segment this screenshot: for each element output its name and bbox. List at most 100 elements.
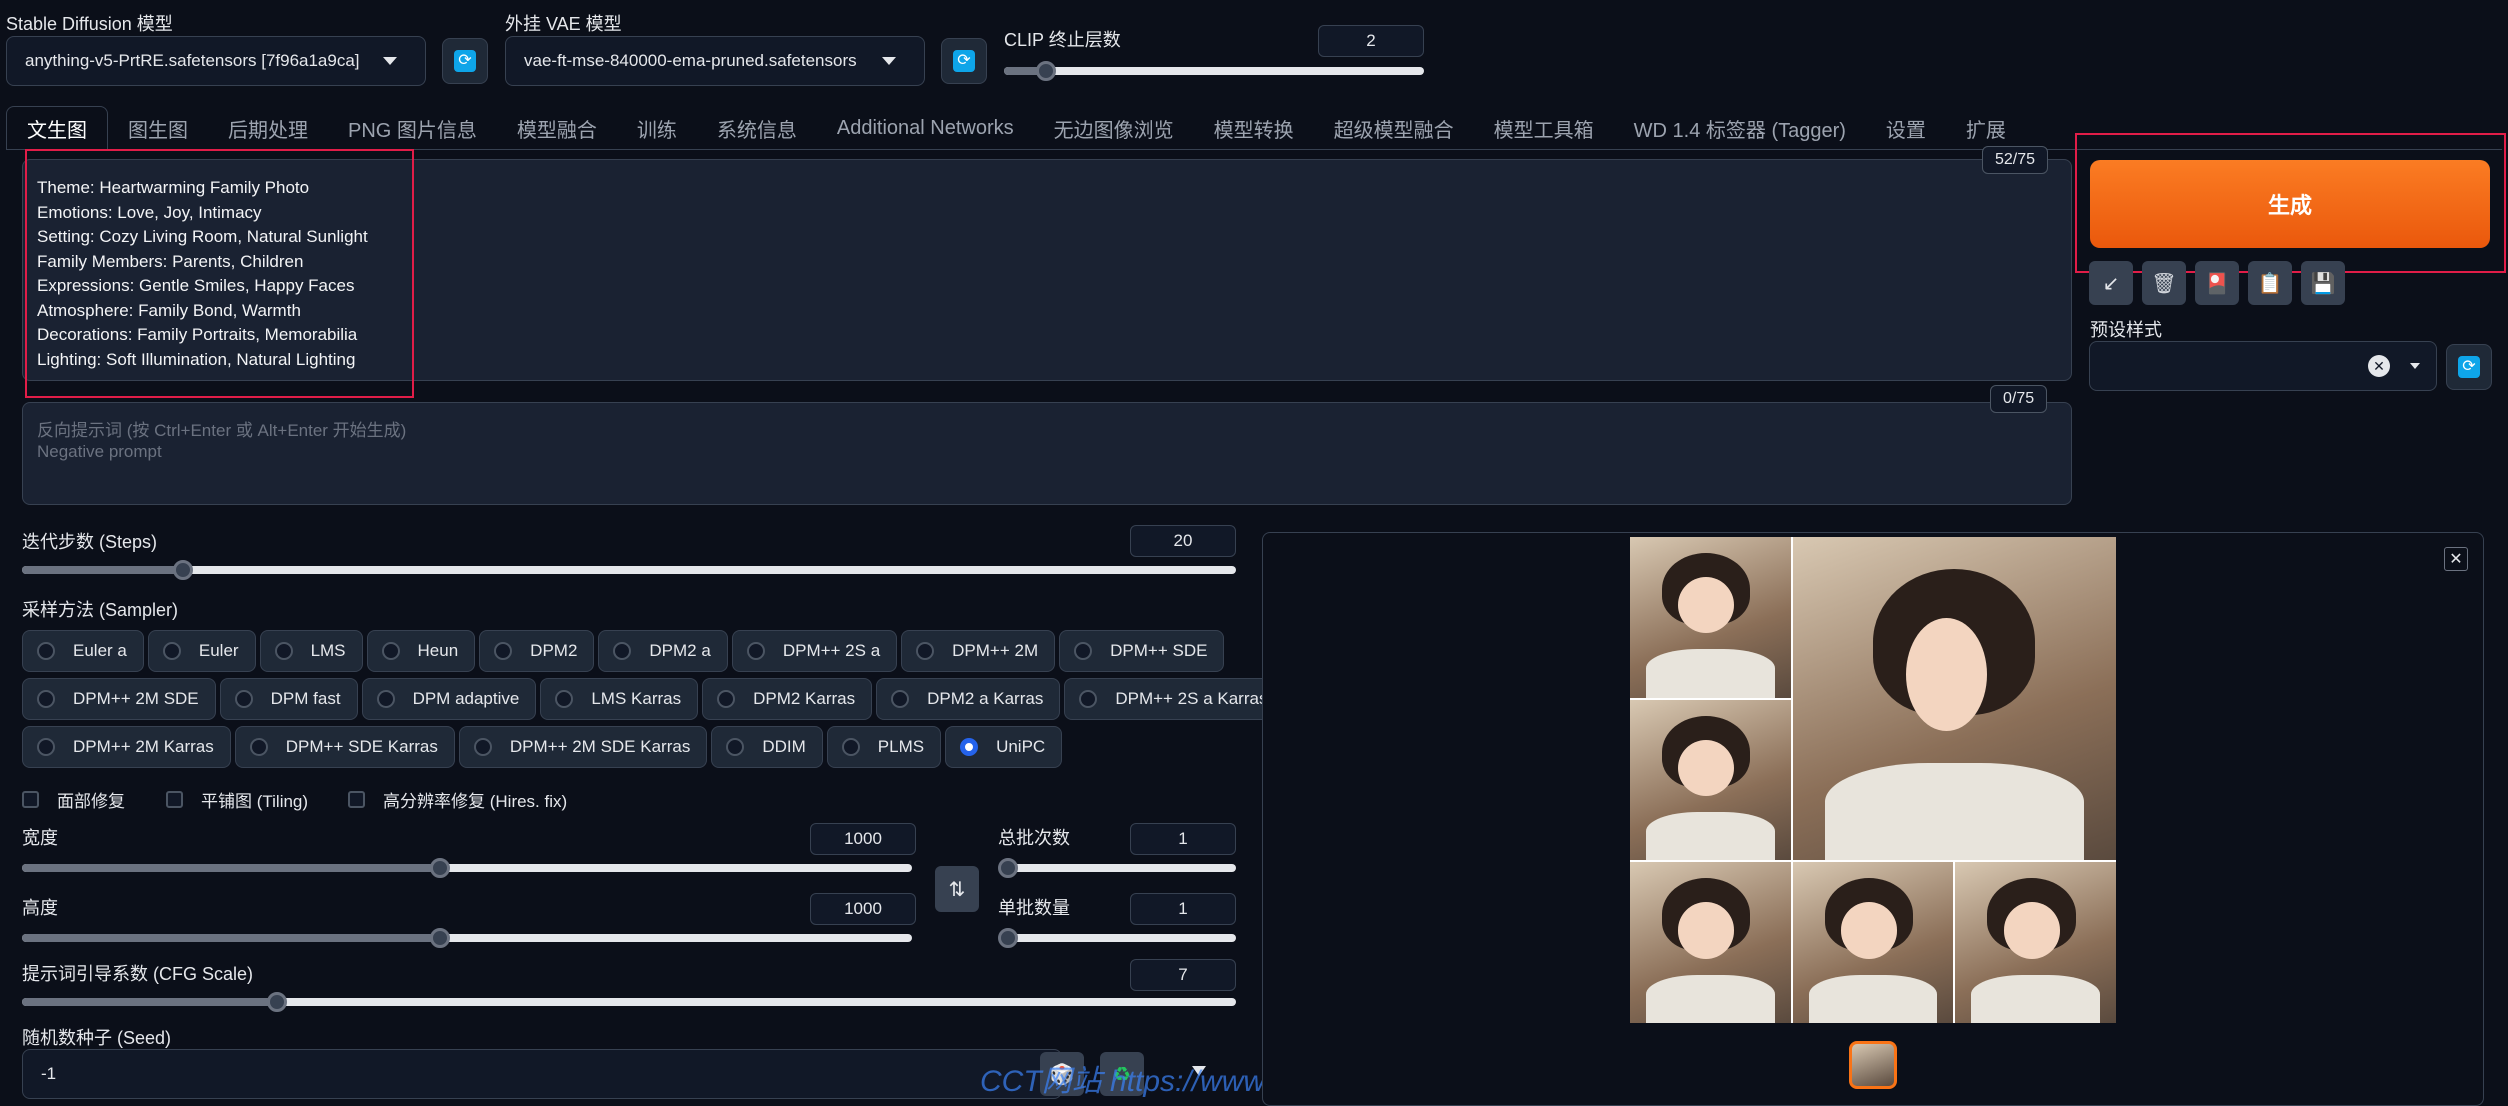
tab-12[interactable]: WD 1.4 标签器 (Tagger) [1614, 106, 1866, 150]
refresh-models-button[interactable]: ⟳ [442, 38, 488, 84]
tab-8[interactable]: 无边图像浏览 [1034, 106, 1194, 150]
refresh-vae-button[interactable]: ⟳ [941, 38, 987, 84]
batch-count-slider[interactable] [998, 858, 1236, 878]
sampler-option[interactable]: DPM2 [479, 630, 595, 672]
tab-4[interactable]: 模型融合 [497, 106, 617, 150]
radio-dot [555, 690, 574, 708]
refresh-styles-button[interactable]: ⟳ [2446, 344, 2492, 390]
cfg-label: 提示词引导系数 (CFG Scale) [22, 964, 254, 984]
clear-prompt-button[interactable]: 🗑 [2142, 261, 2186, 305]
tab-6[interactable]: 系统信息 [697, 106, 817, 150]
face-restore-checkbox[interactable]: 面部修复 [22, 787, 125, 812]
radio-dot [37, 738, 55, 756]
sampler-option[interactable]: Euler a [22, 630, 144, 672]
sampler-option[interactable]: LMS Karras [540, 678, 699, 720]
tab-11[interactable]: 模型工具箱 [1474, 106, 1614, 150]
width-input[interactable]: 1000 [810, 823, 916, 855]
clip-slider[interactable] [1004, 61, 1424, 81]
save-style-button[interactable]: 💾 [2301, 261, 2345, 305]
height-slider-handle[interactable] [430, 928, 451, 948]
hires-fix-checkbox[interactable]: 高分辨率修复 (Hires. fix) [348, 787, 567, 812]
negative-token-counter: 0/75 [1990, 385, 2048, 413]
steps-input[interactable]: 20 [1130, 525, 1236, 557]
sampler-option[interactable]: DPM++ 2S a [731, 630, 898, 672]
cfg-slider-handle[interactable] [266, 992, 287, 1012]
cfg-slider[interactable] [22, 992, 1236, 1012]
sampler-option[interactable]: DPM adaptive [361, 678, 537, 720]
close-icon[interactable]: ✕ [2444, 547, 2468, 571]
sampler-option[interactable]: DPM++ 2S a Karras [1064, 678, 1285, 720]
styles-dropdown[interactable]: ✕ [2089, 341, 2437, 391]
radio-dot [376, 690, 395, 708]
width-slider[interactable] [22, 858, 912, 878]
seed-input[interactable]: -1 [22, 1049, 1062, 1099]
clip-slider-handle[interactable] [1036, 61, 1056, 81]
tab-10[interactable]: 超级模型融合 [1314, 106, 1474, 150]
tiling-checkbox[interactable]: 平铺图 (Tiling) [166, 787, 308, 812]
extra-networks-button[interactable]: 🎴 [2195, 261, 2239, 305]
sampler-option[interactable]: DPM2 a Karras [876, 678, 1061, 720]
batch-size-slider-handle[interactable] [998, 928, 1018, 948]
sampler-option-label: DPM2 [530, 641, 578, 660]
sampler-option[interactable]: DPM fast [219, 678, 358, 720]
height-input[interactable]: 1000 [810, 893, 916, 925]
tab-2[interactable]: 后期处理 [208, 106, 328, 150]
tab-1[interactable]: 图生图 [108, 106, 208, 150]
sampler-option[interactable]: DPM++ 2M SDE [22, 678, 216, 720]
batch-count-input[interactable]: 1 [1130, 823, 1236, 855]
sampler-option[interactable]: PLMS [826, 726, 942, 768]
sampler-option-label: DPM2 Karras [753, 689, 856, 708]
sampler-option[interactable]: UniPC [945, 726, 1063, 768]
image-tile [1792, 862, 1954, 1023]
tab-3[interactable]: PNG 图片信息 [328, 106, 497, 150]
sampler-option[interactable]: Heun [366, 630, 476, 672]
radio-dot [746, 642, 765, 660]
tab-0[interactable]: 文生图 [6, 106, 108, 150]
trash-icon: 🗑 [2151, 272, 2177, 295]
tab-13[interactable]: 设置 [1866, 106, 1946, 150]
height-slider[interactable] [22, 928, 912, 948]
swap-dimensions-button[interactable]: ⇅ [935, 866, 979, 912]
cfg-input[interactable]: 7 [1130, 959, 1236, 991]
apply-style-button[interactable]: 📋 [2248, 261, 2292, 305]
sampler-option[interactable]: Euler [147, 630, 256, 672]
sampler-option[interactable]: DPM++ 2M SDE Karras [458, 726, 708, 768]
sampler-option[interactable]: DPM++ 2M Karras [22, 726, 231, 768]
clipboard-icon: 📋 [2257, 272, 2283, 295]
read-params-button[interactable]: ↙ [2089, 261, 2133, 305]
image-thumbnail[interactable] [1849, 1041, 1897, 1089]
sampler-option[interactable]: DPM2 Karras [702, 678, 873, 720]
hires-fix-label: 高分辨率修复 (Hires. fix) [383, 792, 568, 811]
steps-slider[interactable] [22, 560, 1236, 580]
radio-dot [717, 690, 736, 708]
tab-9[interactable]: 模型转换 [1194, 106, 1314, 150]
batch-size-input[interactable]: 1 [1130, 893, 1236, 925]
clip-value-input[interactable]: 2 [1318, 25, 1424, 57]
radio-dot [234, 690, 253, 708]
radio-dot [1074, 642, 1093, 660]
radio-dot [37, 690, 55, 708]
clear-icon[interactable]: ✕ [2368, 355, 2390, 377]
sd-model-dropdown[interactable]: anything-v5-PrtRE.safetensors [7f96a1a9c… [6, 36, 426, 86]
vae-dropdown[interactable]: vae-ft-mse-840000-ema-pruned.safetensors [505, 36, 925, 86]
sampler-option[interactable]: DPM2 a [598, 630, 728, 672]
sampler-option[interactable]: DDIM [711, 726, 823, 768]
tab-14[interactable]: 扩展 [1946, 106, 2026, 150]
tab-7[interactable]: Additional Networks [817, 106, 1034, 150]
negative-prompt-textarea[interactable]: 反向提示词 (按 Ctrl+Enter 或 Alt+Enter 开始生成) Ne… [22, 402, 2072, 505]
sampler-option[interactable]: DPM++ SDE [1059, 630, 1225, 672]
output-image[interactable] [1630, 537, 2116, 1023]
steps-label: 迭代步数 (Steps) [22, 532, 158, 552]
sampler-option[interactable]: DPM++ SDE Karras [234, 726, 455, 768]
tab-5[interactable]: 训练 [617, 106, 697, 150]
batch-count-slider-handle[interactable] [998, 858, 1018, 878]
refresh-icon: ⟳ [2458, 356, 2480, 378]
sampler-option[interactable]: DPM++ 2M [901, 630, 1056, 672]
sampler-option-label: DPM++ 2S a [782, 641, 881, 660]
steps-slider-handle[interactable] [173, 560, 194, 580]
batch-size-slider[interactable] [998, 928, 1236, 948]
sampler-option[interactable]: LMS [259, 630, 363, 672]
save-icon: 💾 [2310, 272, 2336, 295]
width-slider-handle[interactable] [430, 858, 451, 878]
styles-label: 预设样式 [2090, 320, 2162, 340]
